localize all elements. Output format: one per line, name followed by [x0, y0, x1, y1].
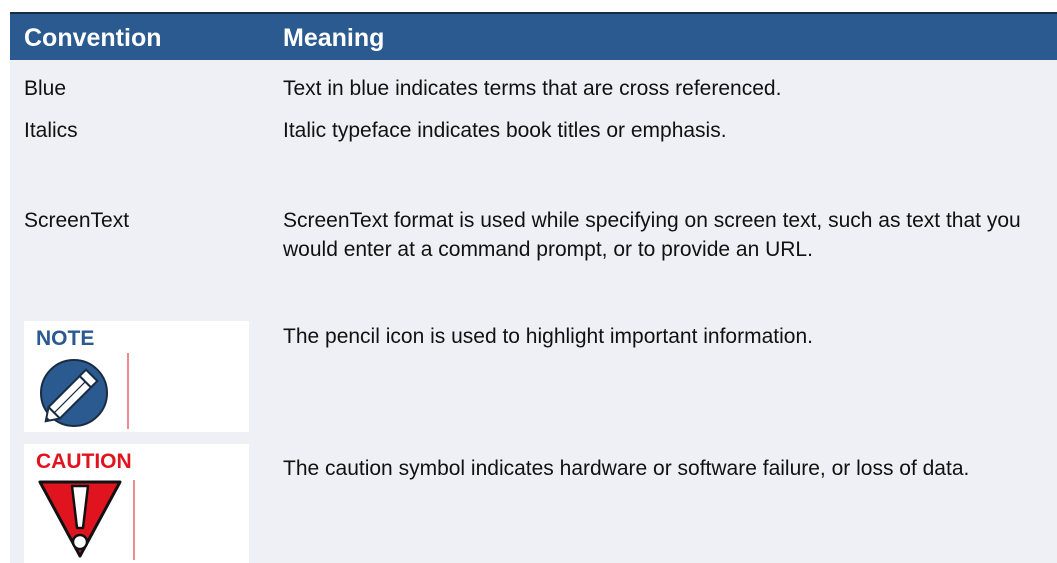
note-label: NOTE — [36, 327, 95, 350]
caution-exclamation-icon — [38, 480, 135, 560]
note-icon-box: NOTE — [24, 321, 249, 432]
header-convention: Convention — [24, 24, 162, 52]
caution-icon-box: CAUTION — [24, 444, 249, 563]
table-row: Italics Italic typeface indicates book t… — [10, 116, 1057, 206]
table-row: ScreenText ScreenText format is used whi… — [10, 206, 1057, 316]
meaning-cell: Italic typeface indicates book titles or… — [283, 119, 727, 142]
table-row: CAUTION The caution symbol indicates har… — [10, 444, 1057, 563]
header-meaning: Meaning — [283, 24, 385, 52]
table-header-row: Convention Meaning — [10, 12, 1057, 60]
meaning-cell: Text in blue indicates terms that are cr… — [283, 77, 782, 100]
convention-cell: ScreenText — [24, 209, 130, 232]
conventions-table: Convention Meaning Blue Text in blue ind… — [10, 12, 1057, 563]
convention-cell: Italics — [24, 119, 78, 142]
pencil-icon — [40, 353, 129, 429]
table-row: Blue Text in blue indicates terms that a… — [10, 74, 1057, 114]
convention-cell: Blue — [24, 77, 67, 100]
table-row: NOTE The pencil icon is used to highligh… — [10, 321, 1057, 433]
meaning-cell: The caution symbol indicates hardware or… — [283, 457, 970, 480]
meaning-cell: The pencil icon is used to highlight imp… — [283, 325, 813, 348]
caution-label: CAUTION — [36, 450, 132, 473]
meaning-cell: ScreenText format is used while specifyi… — [283, 209, 1021, 261]
